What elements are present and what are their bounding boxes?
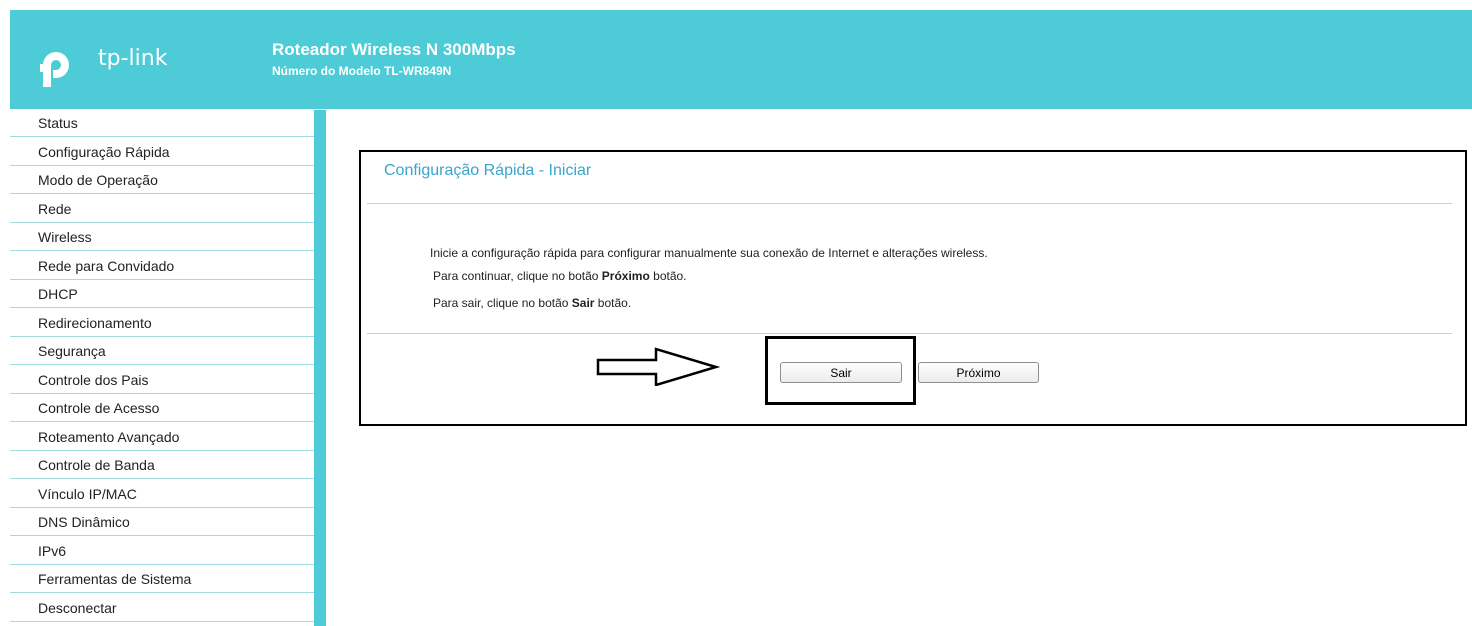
page-title: Configuração Rápida - Iniciar [384, 162, 592, 179]
instruction-line-3: Para sair, clique no botão Sair botão. [433, 296, 631, 310]
instruction-line-3-prefix: Para sair, clique no botão [433, 296, 572, 310]
arrow-right-icon [596, 347, 721, 386]
header-banner: tp-link Roteador Wireless N 300Mbps Núme… [10, 10, 1472, 109]
instruction-line-2: Para continuar, clique no botão Próximo … [433, 269, 687, 283]
sidebar-item-status[interactable]: Status [10, 110, 314, 137]
instruction-line-2-suffix: botão. [649, 269, 687, 283]
sidebar-item-dynamic-dns[interactable]: DNS Dinâmico [10, 509, 314, 536]
sidebar-item-bandwidth-control[interactable]: Controle de Banda [10, 452, 314, 479]
sidebar-item-advanced-routing[interactable]: Roteamento Avançado [10, 423, 314, 451]
sidebar-item-security[interactable]: Segurança [10, 338, 314, 365]
instruction-line-2-bold: Próximo [601, 269, 650, 283]
sidebar-item-ip-mac-binding[interactable]: Vínculo IP/MAC [10, 480, 314, 508]
sidebar-item-access-control[interactable]: Controle de Acesso [10, 395, 314, 422]
sidebar-item-quick-setup[interactable]: Configuração Rápida [10, 138, 314, 166]
model-number: Número do Modelo TL-WR849N [272, 64, 452, 78]
sidebar-item-parental-controls[interactable]: Controle dos Pais [10, 366, 314, 394]
sidebar-item-logout[interactable]: Desconectar [10, 594, 314, 622]
tp-link-logo-icon [40, 52, 69, 87]
buttons-divider [367, 333, 1452, 334]
sidebar-item-dhcp[interactable]: DHCP [10, 281, 314, 308]
sidebar-menu: Status Configuração Rápida Modo de Opera… [10, 110, 314, 626]
sidebar-item-network[interactable]: Rede [10, 195, 314, 223]
product-title: Roteador Wireless N 300Mbps [272, 40, 516, 59]
sidebar-accent-bar [314, 110, 326, 626]
instruction-line-1: Inicie a configuração rápida para config… [430, 246, 988, 260]
sidebar-item-operation-mode[interactable]: Modo de Operação [10, 167, 314, 194]
tp-link-logo: tp-link [38, 46, 198, 88]
sidebar-item-wireless[interactable]: Wireless [10, 224, 314, 251]
sidebar-item-system-tools[interactable]: Ferramentas de Sistema [10, 566, 314, 593]
sidebar-item-guest-network[interactable]: Rede para Convidado [10, 252, 314, 280]
instruction-line-2-prefix: Para continuar, clique no botão [433, 269, 602, 283]
instruction-line-3-bold: Sair [571, 296, 595, 310]
title-divider [367, 203, 1452, 204]
instruction-line-3-suffix: botão. [594, 296, 632, 310]
sidebar-item-ipv6[interactable]: IPv6 [10, 537, 314, 565]
logo-text: tp-link [98, 46, 168, 71]
exit-button[interactable]: Sair [780, 362, 902, 383]
sidebar-item-forwarding[interactable]: Redirecionamento [10, 309, 314, 337]
next-button[interactable]: Próximo [918, 362, 1039, 383]
